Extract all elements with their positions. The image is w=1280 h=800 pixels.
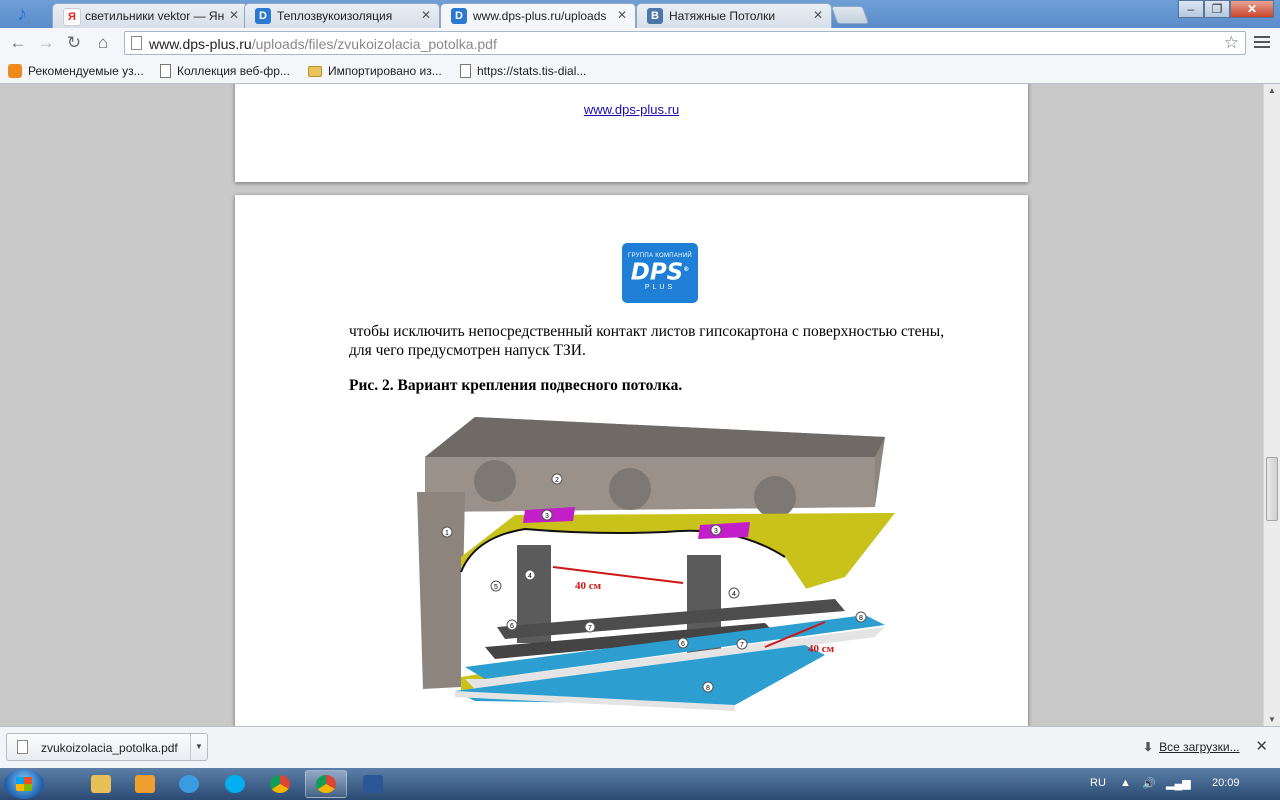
minimize-icon[interactable]: – [1178,0,1204,18]
tab-strip: ♪ Я светильники vektor — Ян ✕ D Теплозву… [0,0,1280,29]
new-tab-button[interactable] [830,6,870,24]
start-button[interactable] [4,769,44,799]
tab-close-icon[interactable]: ✕ [229,8,239,22]
paragraph-line: для чего предусмотрен напуск ТЗИ. [349,342,586,359]
bookmark-web-fragments[interactable]: Коллекция веб-фр... [160,63,290,79]
download-file-name: zvukoizolacia_potolka.pdf [41,741,178,755]
marker-1: 1 [445,530,449,537]
browser-toolbar: ← → ↻ ⌂ www.dps-plus.ru/uploads/files/zv… [0,28,1280,58]
media-player-icon[interactable] [124,770,166,798]
skype-icon[interactable] [214,770,256,798]
chrome-menu-icon[interactable] [1254,34,1270,50]
url-text[interactable]: www.dps-plus.ru/uploads/files/zvukoizola… [149,36,497,52]
tab-close-icon[interactable]: ✕ [421,8,431,22]
bookmark-stats-tis-dial[interactable]: https://stats.tis-dial... [460,63,586,79]
network-signal-icon[interactable]: ▂▄▆ [1166,777,1191,790]
folder-icon [308,65,322,77]
marker-5: 5 [494,584,498,591]
close-window-icon[interactable]: ✕ [1230,0,1274,18]
tab-active-pdf[interactable]: D www.dps-plus.ru/uploads ✕ [440,3,636,29]
home-icon[interactable]: ⌂ [91,32,115,54]
download-item[interactable]: zvukoizolacia_potolka.pdf ▼ [6,733,208,761]
explorer-icon[interactable] [80,770,122,798]
windows-taskbar: RU ▲ 🔊 ▂▄▆ 20:09 [0,768,1280,800]
marker-3: 3 [714,528,718,535]
tab-yandex[interactable]: Я светильники vektor — Ян ✕ [52,3,248,28]
pdf-page-previous: www.dps-plus.ru [235,84,1028,182]
slab-hollow [609,468,651,510]
bookmark-recommended[interactable]: Рекомендуемые уз... [8,63,144,79]
bookmark-star-icon[interactable]: ☆ [1224,33,1239,53]
download-arrow-icon: ⬇ [1143,740,1154,754]
pdf-page-current: ГРУППА КОМПАНИЙ DPS® PLUS чтобы исключит… [235,195,1028,726]
chrome-icon[interactable] [259,770,301,798]
tab-title: Теплозвукоизоляция [277,9,393,23]
volume-icon[interactable]: 🔊 [1142,777,1156,790]
chrome-running-icon[interactable] [305,770,347,798]
tab-title: светильники vektor — Ян [85,9,225,23]
figure-caption: Рис. 2. Вариант крепления подвесного пот… [349,377,683,394]
language-indicator[interactable]: RU [1090,777,1106,789]
marker-8: 8 [859,615,863,622]
page-icon [460,64,471,78]
download-shelf: zvukoizolacia_potolka.pdf ▼ ⬇ Все загрузк… [0,726,1280,768]
address-bar[interactable]: www.dps-plus.ru/uploads/files/zvukoizola… [124,31,1246,55]
vk-icon: B [647,8,663,24]
vertical-scrollbar[interactable]: ▲ ▼ [1263,84,1280,726]
dimension-label: 40 см [575,580,602,592]
dps-site-icon: D [255,8,271,24]
marker-6: 6 [681,641,685,648]
marker-8: 8 [706,685,710,692]
page-icon [160,64,171,78]
scrollbar-thumb[interactable] [1266,457,1278,521]
tab-close-icon[interactable]: ✕ [813,8,823,22]
forward-arrow-icon[interactable]: → [34,32,58,54]
dimension-label: 40 см [808,643,835,655]
chevron-down-icon[interactable]: ▼ [190,734,207,760]
internet-explorer-icon[interactable] [168,770,210,798]
pdf-file-icon [17,740,28,754]
clock[interactable]: 20:09 [1212,777,1240,789]
scroll-up-icon[interactable]: ▲ [1268,86,1276,95]
tab-title: Натяжные Потолки [669,9,776,23]
slab-hollow [754,476,796,518]
marker-7: 7 [740,642,744,649]
tab-teplozvukoizolyaciya[interactable]: D Теплозвукоизоляция ✕ [244,3,440,28]
dps-plus-logo: ГРУППА КОМПАНИЙ DPS® PLUS [622,243,698,303]
page-icon [131,36,142,50]
close-icon[interactable]: ✕ [1255,737,1268,755]
maximize-icon[interactable]: ❐ [1204,0,1230,18]
marker-6: 6 [510,623,514,630]
dps-site-icon: D [451,8,467,24]
slab-hollow [474,460,516,502]
paragraph-line: чтобы исключить непосредственный контакт… [349,323,945,340]
ceiling-slab-face [425,417,885,457]
tab-title: www.dps-plus.ru/uploads [473,9,607,23]
marker-4: 4 [528,573,532,580]
word-icon[interactable] [352,770,394,798]
marker-3: 3 [545,513,549,520]
bookmark-imported-folder[interactable]: Импортировано из... [308,63,442,79]
marker-2: 2 [555,477,559,484]
music-note-icon[interactable]: ♪ [8,2,36,26]
reload-icon[interactable]: ↻ [62,32,86,54]
dps-plus-link[interactable]: www.dps-plus.ru [235,102,1028,117]
marker-4: 4 [732,591,736,598]
scroll-down-icon[interactable]: ▼ [1268,715,1276,724]
back-arrow-icon[interactable]: ← [6,32,30,54]
bulb-icon [8,64,22,78]
window-controls: – ❐ ✕ [1178,0,1274,19]
show-hidden-icons[interactable]: ▲ [1120,777,1131,789]
ceiling-mount-diagram: 40 см 40 см 1 2 3 3 4 4 5 6 6 7 7 8 8 [417,417,895,711]
pdf-viewer[interactable]: www.dps-plus.ru ГРУППА КОМПАНИЙ DPS® PLU… [0,84,1280,726]
tab-close-icon[interactable]: ✕ [617,8,627,22]
tab-vk-natyazhnye-potolki[interactable]: B Натяжные Потолки ✕ [636,3,832,28]
show-all-downloads-link[interactable]: ⬇ Все загрузки... [1143,740,1240,754]
marker-7: 7 [588,625,592,632]
wall [417,492,465,689]
bookmarks-bar: Рекомендуемые уз... Коллекция веб-фр... … [0,58,1280,84]
yandex-icon: Я [63,8,81,26]
